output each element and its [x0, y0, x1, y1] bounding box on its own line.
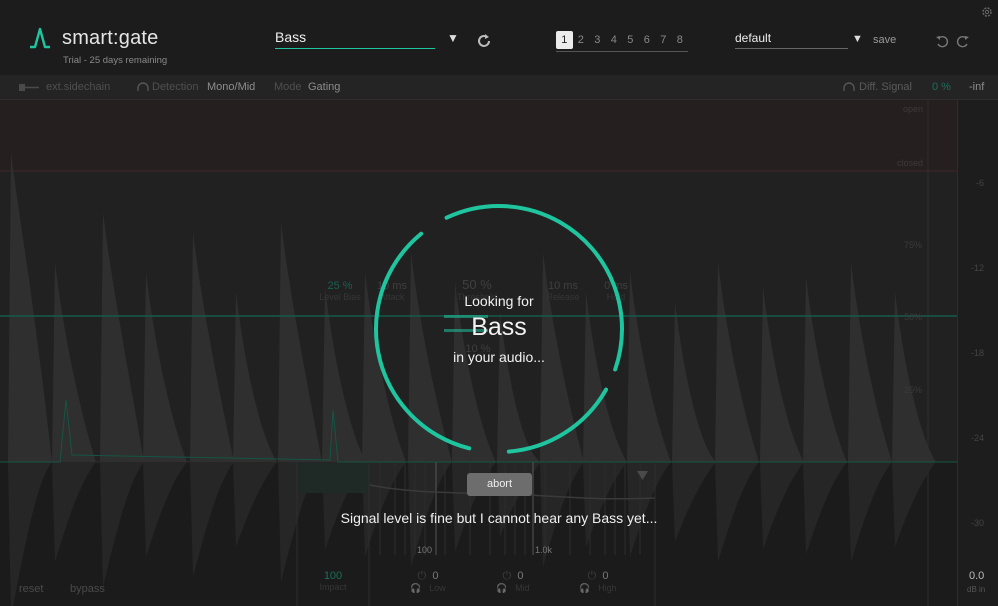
app-name: smart:gate [62, 26, 159, 49]
sidechain-toggle[interactable]: ext.sidechain [46, 81, 110, 93]
meter-tick: -30 [970, 518, 984, 528]
bypass-button[interactable]: bypass [70, 583, 105, 595]
in-audio-text: in your audio... [453, 349, 545, 365]
meter-tick: -24 [970, 433, 984, 443]
impact-control[interactable]: 100 Impact [310, 570, 356, 592]
header: smart:gate Trial - 25 days remaining Bas… [0, 0, 998, 75]
scale-75: 75% [904, 240, 923, 250]
meter-value: 0.0 [969, 570, 985, 582]
diff-headphones-icon[interactable] [843, 82, 855, 93]
meter-unit: dB in [967, 585, 986, 594]
gear-icon[interactable] [981, 6, 993, 18]
diff-signal-value[interactable]: 0 % [932, 81, 951, 93]
low-label: Low [429, 583, 446, 593]
mid-band-control[interactable]: ⏻ 0 🎧 Mid [489, 570, 537, 594]
level-bias-value: 25 % [327, 280, 353, 292]
redo-icon[interactable] [955, 34, 970, 48]
slot-8[interactable]: 8 [672, 31, 689, 49]
abort-button[interactable]: abort [467, 473, 532, 496]
slot-4[interactable]: 4 [606, 31, 623, 49]
low-power-icon[interactable]: ⏻ [418, 570, 427, 582]
undo-icon[interactable] [935, 34, 950, 48]
looking-for-text: Looking for [464, 293, 534, 309]
input-level-value: -inf [969, 81, 985, 93]
slot-1[interactable]: 1 [556, 31, 573, 49]
sidechain-icon[interactable] [19, 83, 39, 92]
status-message: Signal level is fine but I cannot hear a… [340, 510, 658, 526]
slot-selector: 1 2 3 4 5 6 7 8 [556, 31, 688, 52]
scale-25: 25% [904, 385, 923, 395]
diff-signal-label[interactable]: Diff. Signal [859, 81, 912, 93]
profile-select[interactable]: Bass [275, 29, 435, 49]
logo: smart:gate [28, 26, 158, 50]
high-label: High [598, 583, 617, 593]
mode-value[interactable]: Gating [308, 81, 340, 93]
meter-tick: -18 [970, 348, 984, 358]
detection-value[interactable]: Mono/Mid [207, 81, 255, 93]
high-value: 0 [602, 570, 609, 582]
mid-power-icon[interactable]: ⏻ [503, 570, 512, 582]
level-bias-label: Level Bias [319, 292, 361, 302]
eq-freq-100: 100 [417, 545, 433, 555]
high-power-icon[interactable]: ⏻ [588, 570, 597, 582]
low-value: 0 [432, 570, 439, 582]
mid-label: Mid [515, 583, 530, 593]
mid-headphones-icon[interactable]: 🎧 [496, 583, 507, 593]
high-band-control[interactable]: ⏻ 0 🎧 High [574, 570, 622, 594]
refresh-icon[interactable] [476, 33, 492, 49]
slot-7[interactable]: 7 [655, 31, 672, 49]
profile-dropdown-icon[interactable]: ▼ [447, 31, 459, 45]
target-text: Bass [471, 313, 527, 341]
preset-select[interactable]: default [735, 31, 848, 49]
slot-6[interactable]: 6 [639, 31, 656, 49]
impact-label: Impact [319, 582, 347, 592]
detection-label: Detection [152, 81, 199, 93]
high-headphones-icon[interactable]: 🎧 [579, 583, 590, 593]
mid-value: 0 [517, 570, 524, 582]
headphones-icon[interactable] [137, 82, 149, 93]
toolbar: ext.sidechain Detection Mono/Mid Mode Ga… [0, 75, 998, 100]
preset-dropdown-icon[interactable]: ▼ [852, 33, 863, 45]
meter-tick: -6 [975, 178, 984, 188]
save-button[interactable]: save [873, 34, 896, 46]
slot-3[interactable]: 3 [589, 31, 606, 49]
scale-50: 50% [904, 312, 923, 322]
reset-button[interactable]: reset [19, 583, 43, 595]
scale-closed: closed [897, 158, 924, 168]
eq-freq-1k: 1.0k [535, 545, 553, 555]
low-headphones-icon[interactable]: 🎧 [410, 583, 421, 593]
impact-value: 100 [323, 570, 343, 582]
low-band-control[interactable]: ⏻ 0 🎧 Low [404, 570, 452, 594]
input-meter: -6 -12 -18 -24 -30 [957, 100, 998, 606]
trial-text: Trial - 25 days remaining [63, 55, 168, 66]
slot-2[interactable]: 2 [573, 31, 590, 49]
mode-label: Mode [274, 81, 302, 93]
slot-5[interactable]: 5 [622, 31, 639, 49]
meter-tick: -12 [970, 263, 984, 273]
scale-open: open [903, 104, 924, 114]
smartgate-logo-icon [30, 27, 50, 49]
level-bias-control[interactable]: 25 % Level Bias [312, 280, 368, 302]
